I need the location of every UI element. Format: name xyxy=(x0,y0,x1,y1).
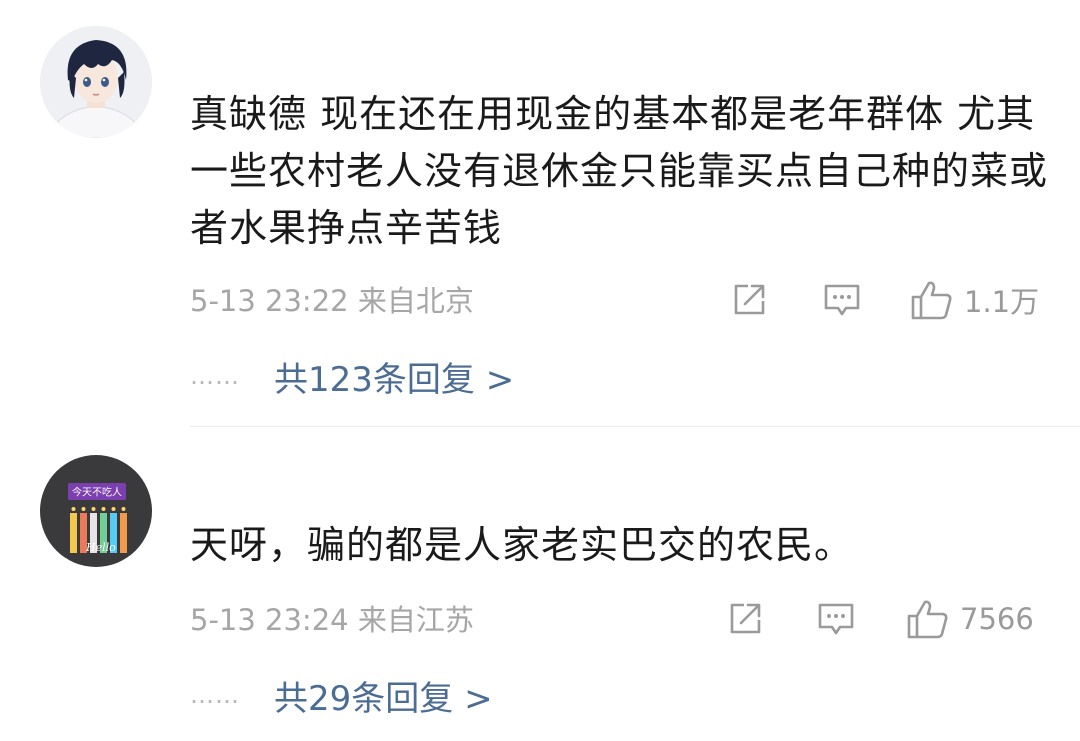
comment-item: 今天不吃人 Hello 天呀，骗的都是人家老实巴交的农民。 5-13 23:24… xyxy=(0,427,1080,741)
comment-actions: 1.1万 xyxy=(0,278,1080,322)
dots-separator: …… xyxy=(190,362,240,390)
comment-text: 真缺德 现在还在用现金的基本都是老年群体 尤其一些农村老人没有退休金只能靠买点自… xyxy=(190,92,1049,250)
colored-pencils-avatar-icon: 今天不吃人 Hello xyxy=(40,455,152,567)
svg-text:Hello: Hello xyxy=(85,541,116,554)
comment-text: 天呀，骗的都是人家老实巴交的农民。 xyxy=(190,523,854,567)
like-count: 1.1万 xyxy=(964,285,1040,319)
view-replies-link[interactable]: 共123条回复 > xyxy=(274,352,514,401)
thumbs-up-icon xyxy=(911,281,952,320)
thumbs-up-icon xyxy=(907,600,948,639)
like-count: 7566 xyxy=(960,602,1034,636)
comment-item: 真缺德 现在还在用现金的基本都是老年群体 尤其一些农村老人没有退休金只能靠买点自… xyxy=(0,0,1080,426)
dots-separator: …… xyxy=(190,681,240,709)
view-replies-link[interactable]: 共29条回复 > xyxy=(274,671,493,720)
comment-icon xyxy=(824,284,860,316)
user-avatar[interactable] xyxy=(40,26,152,138)
anime-boy-avatar-icon xyxy=(40,26,152,138)
like-button[interactable]: 1.1万 xyxy=(910,278,1039,322)
replies-row: …… 共123条回复 > xyxy=(190,352,514,401)
like-button[interactable]: 7566 xyxy=(906,597,1034,641)
user-avatar[interactable]: 今天不吃人 Hello xyxy=(40,455,152,567)
share-button[interactable] xyxy=(726,597,764,641)
comment-button[interactable] xyxy=(816,597,856,641)
share-icon xyxy=(730,603,761,634)
comment-actions: 7566 xyxy=(0,597,1080,641)
svg-text:今天不吃人: 今天不吃人 xyxy=(72,486,122,499)
comment-icon xyxy=(818,603,854,635)
share-button[interactable] xyxy=(730,278,768,322)
comment-button[interactable] xyxy=(822,278,862,322)
replies-row: …… 共29条回复 > xyxy=(190,671,493,720)
share-icon xyxy=(734,284,765,315)
